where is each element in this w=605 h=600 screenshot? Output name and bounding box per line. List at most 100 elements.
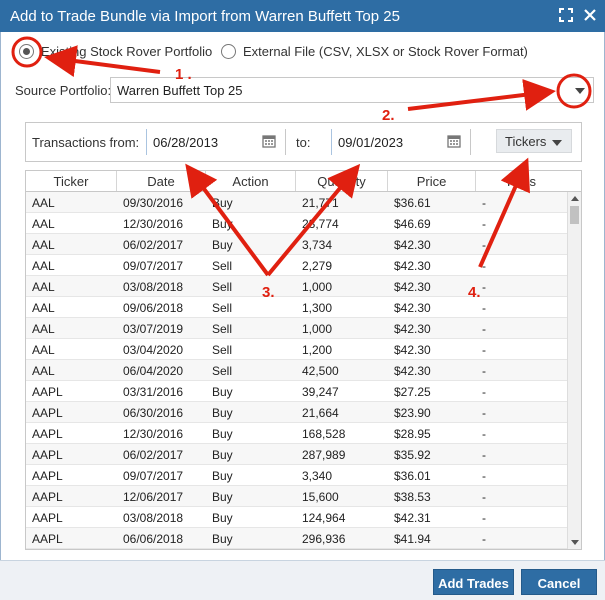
cell-fees: - — [482, 511, 486, 525]
table-row[interactable]: AAL 06/02/2017 Buy 3,734 $42.30 - — [26, 234, 581, 255]
column-header-action[interactable]: Action — [206, 171, 296, 191]
tickers-dropdown-button[interactable]: Tickers — [496, 129, 572, 153]
table-row[interactable]: AAPL 06/30/2016 Buy 21,664 $23.90 - — [26, 402, 581, 423]
table-row[interactable]: AAL 09/06/2018 Sell 1,300 $42.30 - — [26, 297, 581, 318]
cell-ticker: AAPL — [32, 448, 63, 462]
column-header-quantity[interactable]: Quantity — [296, 171, 388, 191]
table-row[interactable]: AAL 09/30/2016 Buy 21,771 $36.61 - — [26, 192, 581, 213]
to-label: to: — [296, 135, 311, 150]
cell-action: Buy — [212, 406, 233, 420]
radio-button-checked[interactable] — [19, 44, 34, 59]
cell-ticker: AAL — [32, 364, 55, 378]
cell-date: 09/06/2018 — [123, 301, 184, 315]
cell-ticker: AAL — [32, 259, 55, 273]
maximize-icon[interactable] — [559, 8, 573, 22]
annotation-number-4: 4. — [468, 284, 481, 301]
cell-quantity: 287,989 — [302, 448, 346, 462]
table-row[interactable]: AAL 09/07/2017 Sell 2,279 $42.30 - — [26, 255, 581, 276]
cell-action: Buy — [212, 469, 233, 483]
cell-quantity: 15,600 — [302, 490, 339, 504]
cell-action: Buy — [212, 238, 233, 252]
cell-price: $38.53 — [394, 490, 431, 504]
radio-external-label: External File (CSV, XLSX or Stock Rover … — [243, 44, 528, 59]
radio-external-file[interactable]: External File (CSV, XLSX or Stock Rover … — [221, 44, 528, 59]
cell-action: Buy — [212, 532, 233, 546]
column-header-date[interactable]: Date — [117, 171, 206, 191]
cell-fees: - — [482, 364, 486, 378]
table-row[interactable]: AAPL 09/07/2017 Buy 3,340 $36.01 - — [26, 465, 581, 486]
close-icon[interactable] — [583, 8, 597, 22]
cell-quantity: 3,340 — [302, 469, 333, 483]
to-date-value: 09/01/2023 — [338, 135, 404, 150]
cell-quantity: 3,734 — [302, 238, 333, 252]
table-row[interactable]: AAL 03/07/2019 Sell 1,000 $42.30 - — [26, 318, 581, 339]
cell-ticker: AAPL — [32, 385, 63, 399]
scroll-up-icon[interactable] — [571, 196, 579, 201]
cell-quantity: 39,247 — [302, 385, 339, 399]
cell-date: 09/07/2017 — [123, 259, 184, 273]
source-portfolio-value: Warren Buffett Top 25 — [117, 83, 243, 98]
table-row[interactable]: AAL 03/08/2018 Sell 1,000 $42.30 - — [26, 276, 581, 297]
scroll-down-icon[interactable] — [571, 540, 579, 545]
cell-fees: - — [482, 196, 486, 210]
cell-price: $42.30 — [394, 259, 431, 273]
divider — [285, 129, 286, 155]
radio-button-unchecked[interactable] — [221, 44, 236, 59]
radio-existing-portfolio[interactable]: Existing Stock Rover Portfolio — [19, 44, 212, 59]
cell-quantity: 168,528 — [302, 427, 346, 441]
to-date-input[interactable]: 09/01/2023 — [331, 129, 469, 155]
cell-date: 03/04/2020 — [123, 343, 184, 357]
from-date-input[interactable]: 06/28/2013 — [146, 129, 284, 155]
cell-date: 06/04/2020 — [123, 364, 184, 378]
table-row[interactable]: AAPL 12/30/2016 Buy 168,528 $28.95 - — [26, 423, 581, 444]
table-row[interactable]: AAPL 03/08/2018 Buy 124,964 $42.31 - — [26, 507, 581, 528]
cell-fees: - — [482, 259, 486, 273]
cell-price: $42.30 — [394, 343, 431, 357]
from-date-value: 06/28/2013 — [153, 135, 219, 150]
scrollbar-thumb[interactable] — [570, 206, 579, 224]
cell-quantity: 1,200 — [302, 343, 333, 357]
calendar-icon[interactable] — [447, 134, 461, 148]
column-header-ticker[interactable]: Ticker — [26, 171, 117, 191]
add-trades-button[interactable]: Add Trades — [433, 569, 514, 595]
cell-date: 12/30/2016 — [123, 217, 184, 231]
cell-fees: - — [482, 406, 486, 420]
chevron-down-icon[interactable] — [575, 88, 585, 94]
column-header-fees[interactable]: Fees — [476, 171, 567, 191]
cell-ticker: AAL — [32, 343, 55, 357]
cell-ticker: AAL — [32, 217, 55, 231]
cell-ticker: AAL — [32, 238, 55, 252]
cell-price: $42.30 — [394, 322, 431, 336]
cell-date: 06/30/2016 — [123, 406, 184, 420]
cell-quantity: 2,279 — [302, 259, 333, 273]
cell-ticker: AAL — [32, 301, 55, 315]
table-row[interactable]: AAL 12/30/2016 Buy 23,774 $46.69 - — [26, 213, 581, 234]
column-header-price[interactable]: Price — [388, 171, 476, 191]
cell-action: Buy — [212, 217, 233, 231]
cell-price: $27.25 — [394, 385, 431, 399]
cell-price: $35.92 — [394, 448, 431, 462]
cell-price: $36.01 — [394, 469, 431, 483]
table-row[interactable]: AAL 03/04/2020 Sell 1,200 $42.30 - — [26, 339, 581, 360]
dialog-title: Add to Trade Bundle via Import from Warr… — [10, 8, 400, 25]
table-row[interactable]: AAPL 06/06/2018 Buy 296,936 $41.94 - — [26, 528, 581, 549]
table-row[interactable]: AAPL 12/06/2017 Buy 15,600 $38.53 - — [26, 486, 581, 507]
cell-fees: - — [482, 490, 486, 504]
cancel-button[interactable]: Cancel — [521, 569, 597, 595]
cell-date: 03/07/2019 — [123, 322, 184, 336]
table-row[interactable]: AAPL 06/02/2017 Buy 287,989 $35.92 - — [26, 444, 581, 465]
cell-ticker: AAL — [32, 280, 55, 294]
table-row[interactable]: AAL 06/04/2020 Sell 42,500 $42.30 - — [26, 360, 581, 381]
cell-action: Buy — [212, 511, 233, 525]
calendar-icon[interactable] — [262, 134, 276, 148]
cell-ticker: AAPL — [32, 427, 63, 441]
dialog-footer: Add Trades Cancel — [0, 560, 605, 600]
cell-price: $46.69 — [394, 217, 431, 231]
table-row[interactable]: AAPL 03/31/2016 Buy 39,247 $27.25 - — [26, 381, 581, 402]
cell-fees: - — [482, 448, 486, 462]
vertical-scrollbar[interactable] — [567, 192, 581, 549]
cell-fees: - — [482, 532, 486, 546]
cell-quantity: 1,000 — [302, 280, 333, 294]
annotation-number-3: 3. — [262, 284, 275, 301]
cell-price: $42.30 — [394, 301, 431, 315]
